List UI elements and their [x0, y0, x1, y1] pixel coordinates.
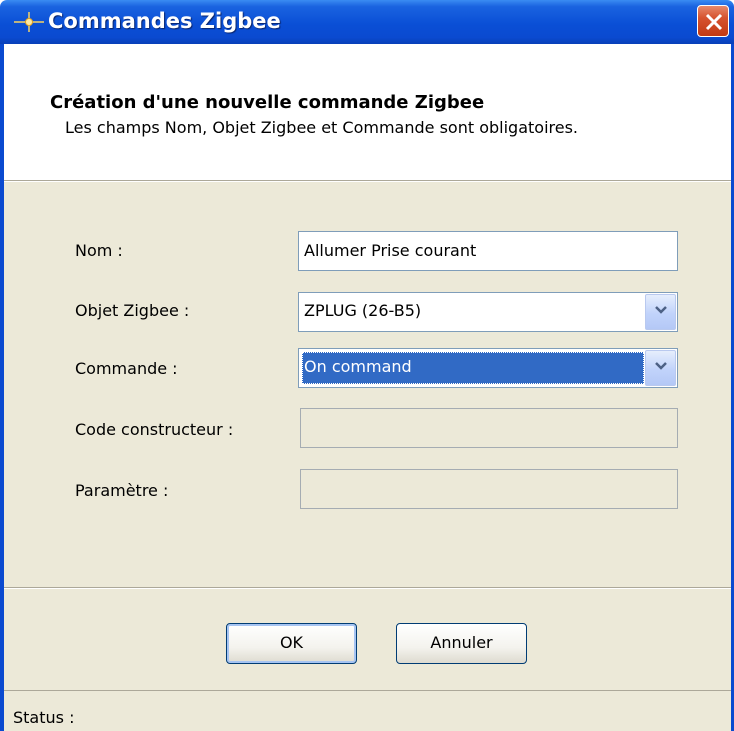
header-subtitle: Les champs Nom, Objet Zigbee et Commande… [65, 118, 578, 137]
commande-label: Commande : [75, 359, 178, 378]
ok-button[interactable]: OK [226, 623, 357, 664]
commande-select[interactable]: On command [298, 348, 678, 388]
title-bar[interactable]: Commandes Zigbee [0, 0, 734, 44]
close-icon [705, 13, 723, 31]
parametre-input[interactable] [300, 469, 678, 509]
header-title: Création d'une nouvelle commande Zigbee [50, 92, 485, 113]
nom-input[interactable]: Allumer Prise courant [298, 231, 678, 271]
code-constructeur-input[interactable] [300, 408, 678, 448]
parametre-label: Paramètre : [75, 481, 169, 500]
annuler-button[interactable]: Annuler [396, 623, 527, 664]
button-panel [4, 589, 731, 690]
chevron-down-icon [655, 362, 667, 370]
app-sparkle-icon [14, 10, 44, 34]
close-button[interactable] [697, 5, 729, 37]
status-bar [4, 690, 731, 731]
objet-zigbee-select[interactable]: ZPLUG (26-B5) [298, 292, 678, 332]
status-text: Status : [13, 708, 75, 727]
window-title: Commandes Zigbee [48, 9, 281, 33]
objet-zigbee-label: Objet Zigbee : [75, 301, 190, 320]
code-constructeur-label: Code constructeur : [75, 420, 234, 439]
nom-label: Nom : [75, 241, 123, 260]
objet-zigbee-value: ZPLUG (26-B5) [304, 301, 422, 320]
chevron-down-icon [655, 306, 667, 314]
commande-dropdown-button[interactable] [645, 350, 676, 386]
objet-zigbee-dropdown-button[interactable] [645, 294, 676, 330]
commande-value: On command [302, 352, 644, 384]
